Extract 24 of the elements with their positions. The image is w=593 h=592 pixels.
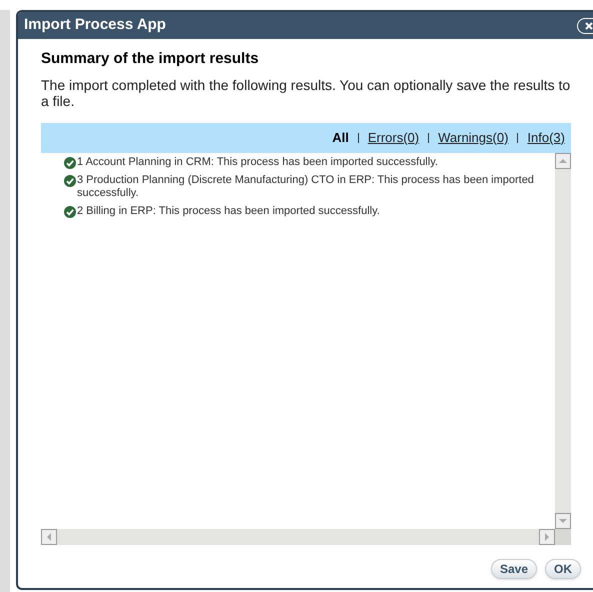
horizontal-scrollbar[interactable] — [41, 528, 555, 544]
filter-link[interactable]: Info(3) — [527, 128, 565, 148]
description-text: The import completed with the following results. You can optionally save the results to a file. — [41, 76, 572, 108]
scroll-down-icon[interactable] — [555, 512, 571, 528]
dialog-button[interactable]: OK — [545, 558, 581, 578]
filter-link[interactable]: Errors(0) — [368, 128, 420, 148]
check-icon — [64, 174, 76, 186]
scroll-left-icon[interactable] — [41, 528, 57, 544]
window-title: Import Process App — [24, 15, 166, 36]
close-icon — [585, 22, 593, 30]
result-message: 1 Account Planning in CRM: This process has been imported successfully. — [77, 156, 438, 168]
result-message: 3 Production Planning (Discrete Manufacturing) CTO in ERP: This process has been imported successfully. — [77, 174, 535, 200]
check-icon — [64, 156, 76, 168]
close-button[interactable] — [577, 18, 593, 34]
filter-link[interactable]: Warnings(0) — [438, 128, 508, 148]
result-message: 2 Billing in ERP: This process has been imported successfully. — [77, 204, 380, 218]
scroll-up-icon[interactable] — [555, 152, 571, 168]
scrollbar-corner — [555, 528, 571, 544]
dialog-heading: Summary of the import results — [41, 49, 260, 69]
filter-link[interactable]: All — [332, 128, 349, 148]
scroll-right-icon[interactable] — [539, 528, 555, 544]
check-icon — [64, 206, 76, 218]
dialog-button[interactable]: Save — [490, 558, 537, 578]
vertical-scrollbar[interactable] — [555, 152, 571, 528]
